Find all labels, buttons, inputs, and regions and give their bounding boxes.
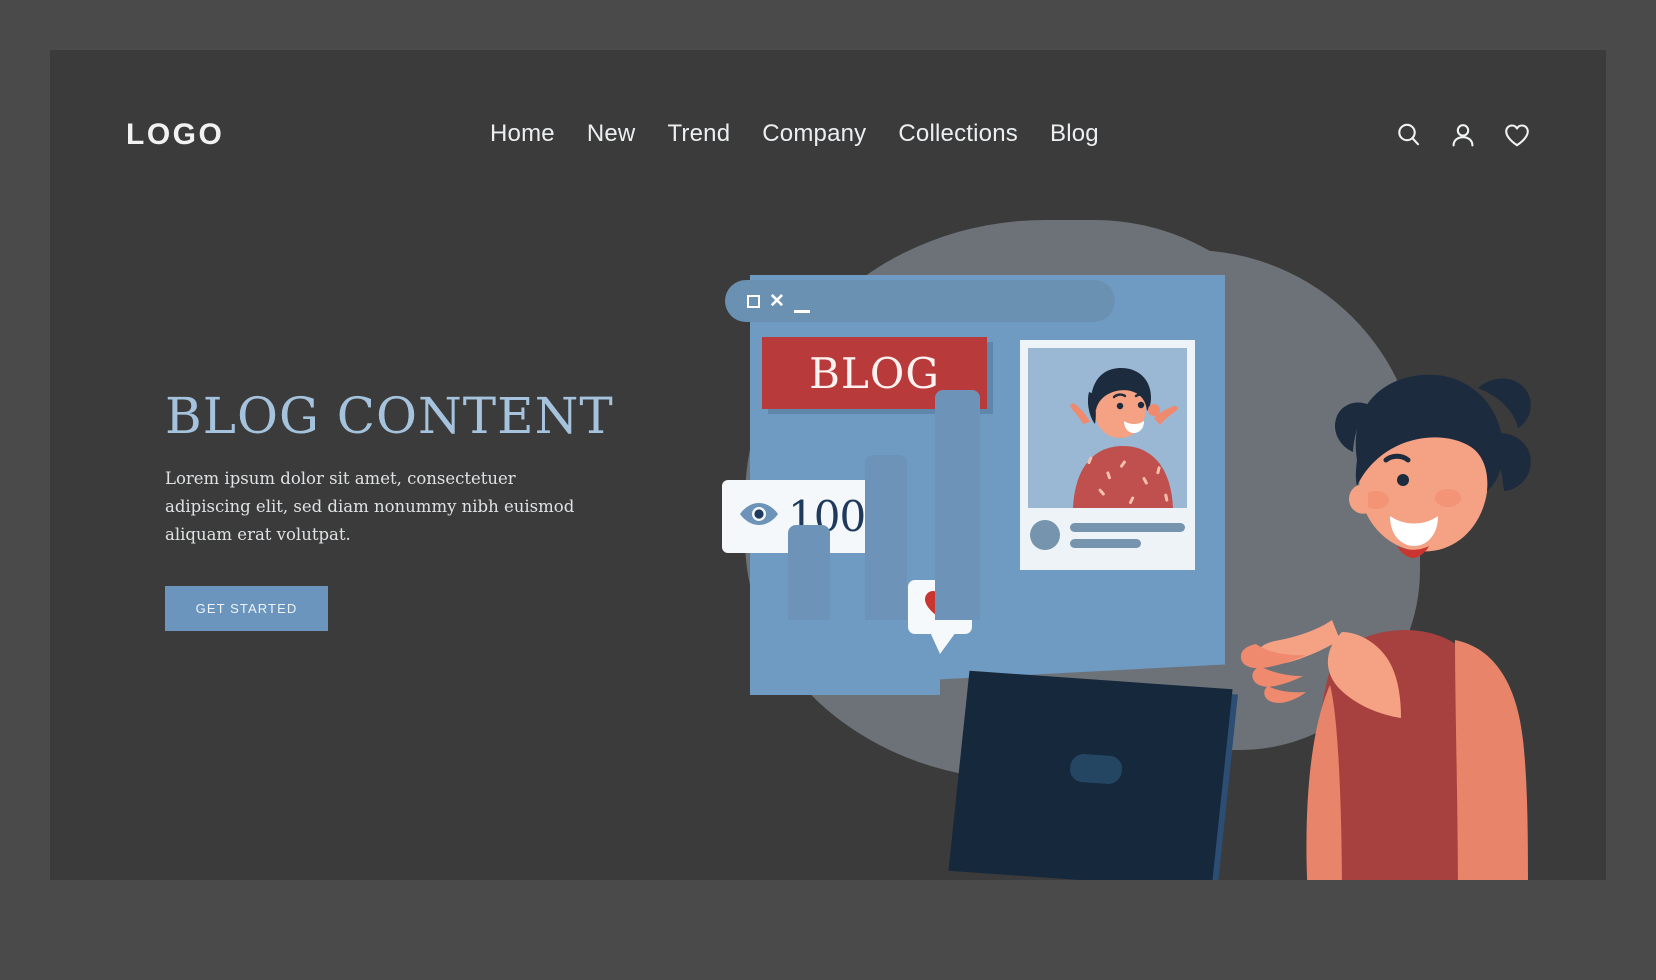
hero-copy: BLOG CONTENT Lorem ipsum dolor sit amet,…: [165, 390, 685, 631]
user-icon[interactable]: [1448, 120, 1478, 150]
waving-woman-illustration: [1028, 348, 1187, 508]
nav-link-blog[interactable]: Blog: [1050, 120, 1099, 148]
nav-link-home[interactable]: Home: [490, 120, 555, 148]
hero-description: Lorem ipsum dolor sit amet, consectetuer…: [165, 468, 575, 545]
nav-link-company[interactable]: Company: [762, 120, 866, 148]
page-root: LOGO Home New Trend Company Collections …: [0, 0, 1656, 980]
text-line: [1070, 538, 1142, 548]
photo-card: [1020, 340, 1195, 570]
hero-illustration: ✕ BLOG 100: [650, 190, 1600, 880]
logo[interactable]: LOGO: [126, 118, 224, 152]
chart-bar: [935, 390, 980, 620]
laptop-trackpad: [1068, 753, 1124, 785]
nav-link-new[interactable]: New: [587, 120, 636, 148]
photo-card-text-lines: [1070, 522, 1185, 548]
nav-icons: [1394, 120, 1532, 150]
browser-titlebar: ✕: [725, 280, 1115, 322]
text-line: [1070, 522, 1185, 532]
heart-icon[interactable]: [1502, 120, 1532, 150]
blog-tag-label: BLOG: [809, 348, 940, 398]
nav-links: Home New Trend Company Collections Blog: [490, 120, 1099, 148]
photo-card-meta: [1028, 520, 1187, 550]
minimize-icon[interactable]: [793, 310, 810, 313]
photo-thumbnail: [1028, 348, 1187, 508]
page-title: BLOG CONTENT: [165, 387, 614, 445]
search-icon[interactable]: [1394, 120, 1424, 150]
nav-link-collections[interactable]: Collections: [898, 120, 1018, 148]
chart-bar: [865, 455, 907, 620]
close-icon[interactable]: ✕: [769, 292, 785, 311]
person-illustration: [1190, 340, 1606, 880]
hero-section: LOGO Home New Trend Company Collections …: [50, 50, 1606, 880]
chart-bar: [788, 525, 830, 620]
maximize-icon[interactable]: [747, 294, 760, 308]
get-started-button[interactable]: GET STARTED: [165, 585, 328, 631]
nav-link-trend[interactable]: Trend: [667, 120, 730, 148]
eye-icon: [738, 501, 780, 532]
avatar: [1030, 520, 1060, 550]
